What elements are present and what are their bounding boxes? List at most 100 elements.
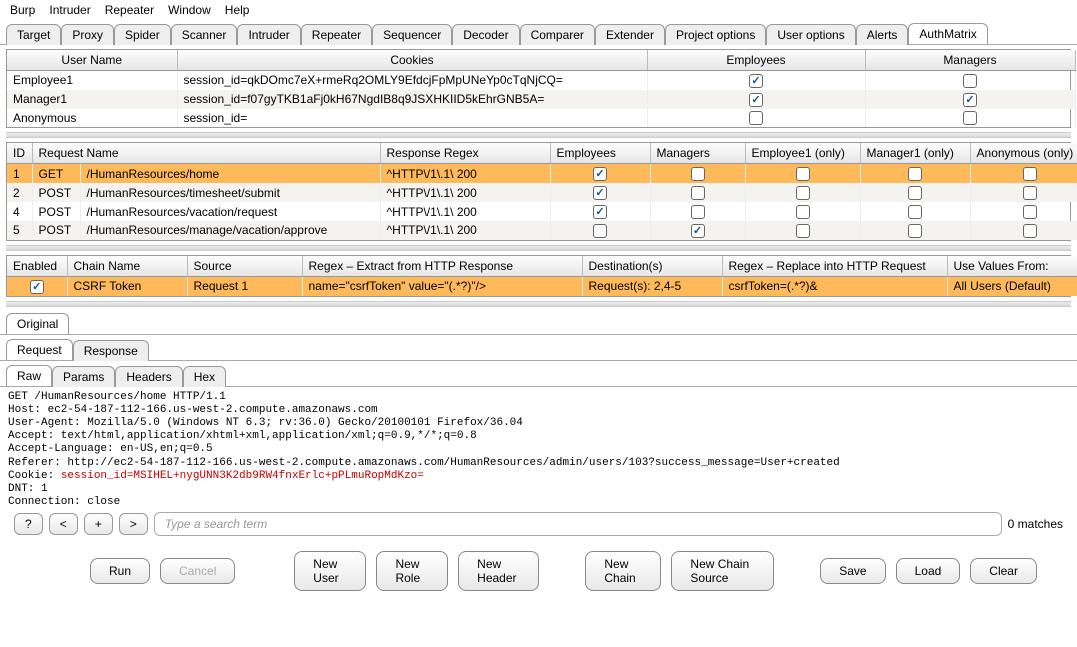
checkbox[interactable] xyxy=(1023,186,1037,200)
main-tabs: TargetProxySpiderScannerIntruderRepeater… xyxy=(0,20,1077,45)
checkbox[interactable] xyxy=(963,93,977,107)
ch-h-extract[interactable]: Regex – Extract from HTTP Response xyxy=(302,256,582,277)
new-chain-source-button[interactable]: New Chain Source xyxy=(671,551,774,591)
req-header-anon[interactable]: Anonymous (only) xyxy=(970,143,1077,164)
tab-decoder[interactable]: Decoder xyxy=(452,24,519,45)
load-button[interactable]: Load xyxy=(896,558,961,584)
new-user-button[interactable]: New User xyxy=(294,551,366,591)
menu-repeater[interactable]: Repeater xyxy=(101,2,158,18)
table-row[interactable]: Manager1session_id=f07gyTKB1aFj0kH67NgdI… xyxy=(7,90,1075,109)
checkbox[interactable] xyxy=(796,167,810,181)
req-header-name[interactable]: Request Name xyxy=(32,143,380,164)
splitter[interactable] xyxy=(6,245,1071,251)
ch-h-name[interactable]: Chain Name xyxy=(67,256,187,277)
search-input[interactable]: Type a search term xyxy=(154,512,1002,536)
users-header-employees[interactable]: Employees xyxy=(647,50,865,71)
checkbox[interactable] xyxy=(908,186,922,200)
tab-repeater[interactable]: Repeater xyxy=(301,24,372,45)
run-button[interactable]: Run xyxy=(90,558,150,584)
new-chain-button[interactable]: New Chain xyxy=(585,551,661,591)
checkbox[interactable] xyxy=(1023,205,1037,219)
checkbox[interactable] xyxy=(908,224,922,238)
table-row[interactable]: 2POST/HumanResources/timesheet/submit^HT… xyxy=(7,183,1077,202)
checkbox[interactable] xyxy=(30,280,44,294)
checkbox[interactable] xyxy=(963,111,977,125)
menu-window[interactable]: Window xyxy=(164,2,215,18)
req-header-m1[interactable]: Manager1 (only) xyxy=(860,143,970,164)
users-header-user[interactable]: User Name xyxy=(7,50,177,71)
ch-h-use[interactable]: Use Values From: xyxy=(947,256,1077,277)
checkbox[interactable] xyxy=(593,167,607,181)
tab-intruder[interactable]: Intruder xyxy=(237,24,300,45)
tab-response[interactable]: Response xyxy=(73,340,149,361)
checkbox[interactable] xyxy=(749,74,763,88)
ch-h-enabled[interactable]: Enabled xyxy=(7,256,67,277)
search-add-button[interactable]: + xyxy=(84,513,113,535)
chain-use: All Users (Default) xyxy=(947,276,1077,295)
tab-raw[interactable]: Raw xyxy=(6,365,52,386)
table-row[interactable]: 1GET/HumanResources/home^HTTP\/1\.1\ 200 xyxy=(7,164,1077,183)
user-cookies: session_id= xyxy=(177,109,647,128)
users-header-cookies[interactable]: Cookies xyxy=(177,50,647,71)
menu-intruder[interactable]: Intruder xyxy=(45,2,94,18)
tab-params[interactable]: Params xyxy=(52,366,115,387)
req-header-employees[interactable]: Employees xyxy=(550,143,650,164)
checkbox[interactable] xyxy=(908,167,922,181)
req-header-id[interactable]: ID xyxy=(7,143,32,164)
users-header-managers[interactable]: Managers xyxy=(865,50,1075,71)
menu-burp[interactable]: Burp xyxy=(6,2,39,18)
tab-user-options[interactable]: User options xyxy=(766,24,855,45)
new-header-button[interactable]: New Header xyxy=(458,551,539,591)
ch-h-replace[interactable]: Regex – Replace into HTTP Request xyxy=(722,256,947,277)
checkbox[interactable] xyxy=(593,224,607,238)
tab-alerts[interactable]: Alerts xyxy=(856,24,909,45)
new-role-button[interactable]: New Role xyxy=(376,551,448,591)
checkbox[interactable] xyxy=(691,167,705,181)
checkbox[interactable] xyxy=(796,224,810,238)
checkbox[interactable] xyxy=(796,186,810,200)
req-header-e1[interactable]: Employee1 (only) xyxy=(745,143,860,164)
table-row[interactable]: Employee1session_id=qkDOmc7eX+rmeRq2OMLY… xyxy=(7,71,1075,90)
splitter[interactable] xyxy=(6,132,1071,138)
tab-authmatrix[interactable]: AuthMatrix xyxy=(908,23,987,44)
search-help-button[interactable]: ? xyxy=(14,513,43,535)
clear-button[interactable]: Clear xyxy=(970,558,1037,584)
checkbox[interactable] xyxy=(749,111,763,125)
ch-h-dest[interactable]: Destination(s) xyxy=(582,256,722,277)
checkbox[interactable] xyxy=(593,186,607,200)
tab-original[interactable]: Original xyxy=(6,313,69,334)
checkbox[interactable] xyxy=(691,205,705,219)
req-header-managers[interactable]: Managers xyxy=(650,143,745,164)
checkbox[interactable] xyxy=(963,74,977,88)
checkbox[interactable] xyxy=(691,224,705,238)
ch-h-source[interactable]: Source xyxy=(187,256,302,277)
tab-target[interactable]: Target xyxy=(6,24,61,45)
checkbox[interactable] xyxy=(593,205,607,219)
table-row[interactable]: 4POST/HumanResources/vacation/request^HT… xyxy=(7,202,1077,221)
menu-help[interactable]: Help xyxy=(221,2,254,18)
search-next-button[interactable]: > xyxy=(119,513,148,535)
table-row[interactable]: Anonymoussession_id= xyxy=(7,109,1075,128)
checkbox[interactable] xyxy=(691,186,705,200)
checkbox[interactable] xyxy=(749,93,763,107)
tab-spider[interactable]: Spider xyxy=(114,24,171,45)
checkbox[interactable] xyxy=(908,205,922,219)
tab-extender[interactable]: Extender xyxy=(595,24,665,45)
tab-sequencer[interactable]: Sequencer xyxy=(372,24,452,45)
req-header-regex[interactable]: Response Regex xyxy=(380,143,550,164)
table-row[interactable]: 5POST/HumanResources/manage/vacation/app… xyxy=(7,221,1077,240)
tab-comparer[interactable]: Comparer xyxy=(520,24,595,45)
tab-headers[interactable]: Headers xyxy=(115,366,182,387)
search-prev-button[interactable]: < xyxy=(49,513,78,535)
checkbox[interactable] xyxy=(796,205,810,219)
tab-scanner[interactable]: Scanner xyxy=(171,24,238,45)
tab-request[interactable]: Request xyxy=(6,339,73,360)
table-row[interactable]: CSRF TokenRequest 1name="csrfToken" valu… xyxy=(7,276,1077,295)
checkbox[interactable] xyxy=(1023,224,1037,238)
tab-project-options[interactable]: Project options xyxy=(665,24,766,45)
save-button[interactable]: Save xyxy=(820,558,885,584)
tab-hex[interactable]: Hex xyxy=(183,366,226,387)
checkbox[interactable] xyxy=(1023,167,1037,181)
tab-proxy[interactable]: Proxy xyxy=(61,24,114,45)
raw-editor[interactable]: GET /HumanResources/home HTTP/1.1 Host: … xyxy=(0,387,1077,507)
